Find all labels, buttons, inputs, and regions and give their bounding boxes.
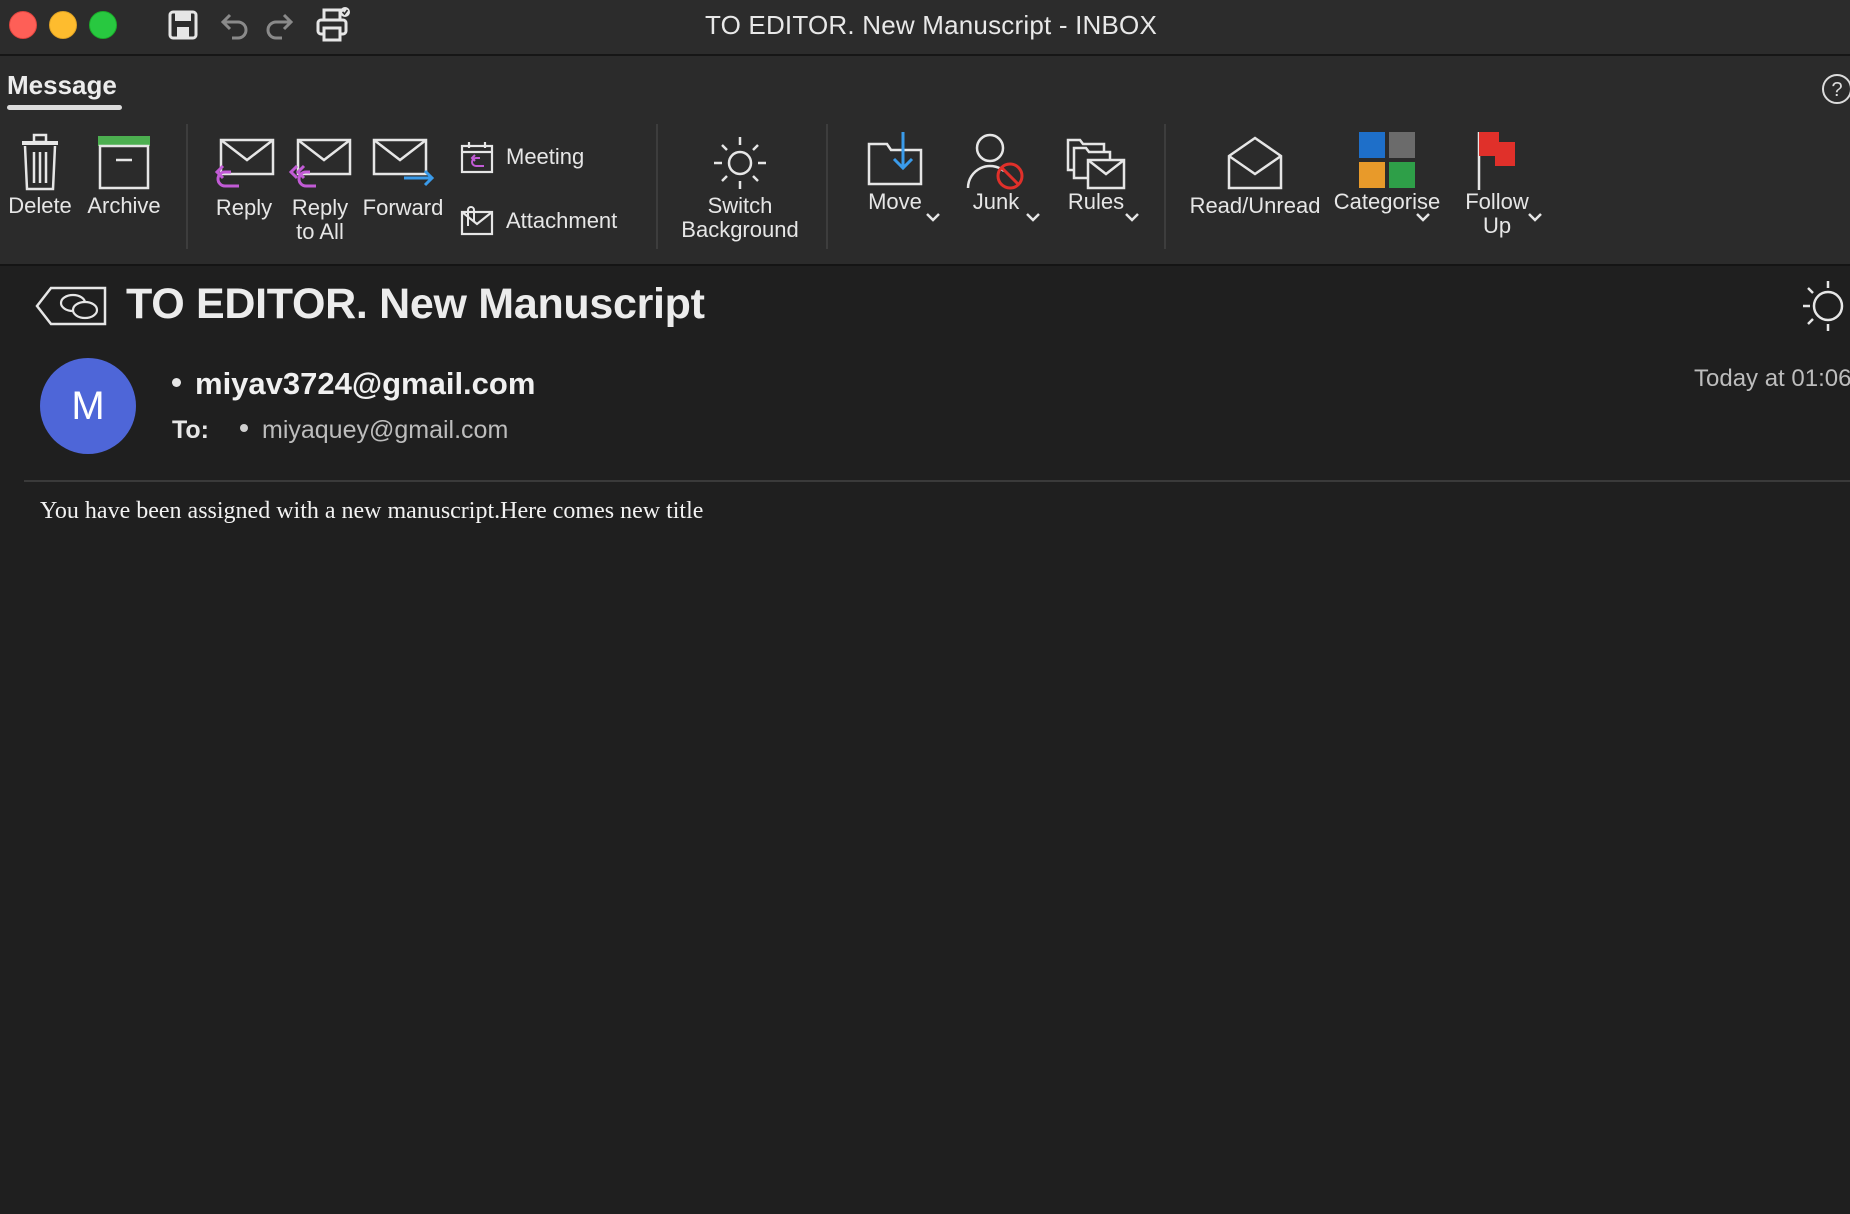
chevron-down-icon[interactable] xyxy=(1527,211,1543,223)
meeting-label: Meeting xyxy=(506,144,585,169)
ribbon-separator xyxy=(826,124,828,249)
category-grid-icon xyxy=(1359,132,1415,188)
sender-avatar[interactable]: M xyxy=(40,358,136,454)
chevron-down-icon[interactable] xyxy=(1025,211,1041,223)
message-date: Today at 01:06 xyxy=(1694,365,1850,392)
read-unread-button[interactable]: Read/Unread xyxy=(1186,134,1324,218)
reply-all-label-1: Reply xyxy=(291,195,349,220)
header-divider xyxy=(24,480,1850,482)
reply-all-icon xyxy=(288,138,352,188)
recipient-email-text: miyaquey@gmail.com xyxy=(262,416,509,444)
delete-button[interactable]: Delete xyxy=(4,132,76,218)
archive-label: Archive xyxy=(87,193,161,218)
move-folder-icon xyxy=(867,132,923,186)
attachment-button[interactable]: Attachment xyxy=(460,204,650,238)
forward-icon xyxy=(372,138,435,187)
open-envelope-icon xyxy=(1227,136,1283,190)
calendar-reply-icon xyxy=(460,142,494,174)
trash-icon xyxy=(22,133,58,191)
chevron-down-icon[interactable] xyxy=(925,211,941,223)
ribbon-separator xyxy=(656,124,658,249)
move-button[interactable]: Move xyxy=(850,130,940,214)
archive-button[interactable]: Archive xyxy=(82,134,166,218)
reply-all-button[interactable]: Reply to All xyxy=(284,136,356,244)
sender-email-text: miyav3724@gmail.com xyxy=(195,366,536,401)
forward-button[interactable]: Forward xyxy=(360,136,446,220)
title-bar: TO EDITOR. New Manuscript - INBOX xyxy=(0,0,1850,56)
reply-all-label-2: to All xyxy=(296,219,344,244)
recipient-bullet xyxy=(240,424,248,433)
sun-icon xyxy=(714,137,766,189)
junk-user-icon xyxy=(966,133,1024,190)
attachment-forward-icon xyxy=(460,206,494,236)
recipient-email[interactable]: miyaquey@gmail.com xyxy=(240,416,508,445)
chevron-down-icon[interactable] xyxy=(1124,211,1140,223)
message-subject: TO EDITOR. New Manuscript xyxy=(126,280,705,328)
svg-text:?: ? xyxy=(1831,79,1842,101)
attachment-label: Attachment xyxy=(506,208,618,233)
tab-message[interactable]: Message xyxy=(7,70,117,101)
reply-button[interactable]: Reply xyxy=(206,136,282,220)
reply-icon xyxy=(214,138,275,188)
switch-background-label-2: Background xyxy=(681,217,799,242)
meeting-button[interactable]: Meeting xyxy=(460,140,620,174)
sun-icon[interactable] xyxy=(1802,280,1850,332)
switch-background-label-1: Switch xyxy=(707,193,773,218)
ribbon-toolbar: Message ? Delete Archive Reply Reply to … xyxy=(0,56,1850,266)
message-body: You have been assigned with a new manusc… xyxy=(40,498,704,524)
ribbon-separator xyxy=(1164,124,1166,249)
delete-label: Delete xyxy=(8,193,72,218)
ribbon-separator xyxy=(186,124,188,249)
sender-bullet xyxy=(172,378,181,388)
forward-label: Forward xyxy=(362,195,444,220)
reply-label: Reply xyxy=(215,195,273,220)
help-icon[interactable]: ? xyxy=(1820,72,1850,106)
flag-icon xyxy=(1477,132,1515,190)
switch-background-button[interactable]: Switch Background xyxy=(672,134,808,242)
read-unread-label: Read/Unread xyxy=(1189,193,1321,218)
rules-button[interactable]: Rules xyxy=(1050,130,1142,214)
window-title: TO EDITOR. New Manuscript - INBOX xyxy=(704,10,1158,40)
chevron-down-icon[interactable] xyxy=(1415,211,1431,223)
sender-email[interactable]: miyav3724@gmail.com xyxy=(172,366,535,402)
junk-button[interactable]: Junk xyxy=(950,130,1042,214)
categorise-button[interactable]: Categorise xyxy=(1330,130,1444,214)
rules-icon xyxy=(1066,138,1126,190)
conversation-back-icon[interactable] xyxy=(33,284,109,328)
tab-selected-indicator xyxy=(7,105,122,110)
archive-box-icon xyxy=(98,136,150,190)
to-label: To: xyxy=(172,416,210,444)
